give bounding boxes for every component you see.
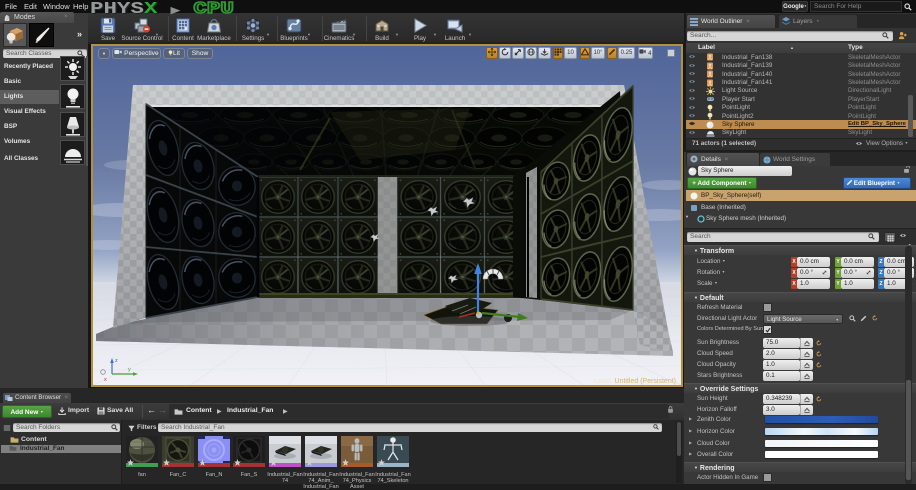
svg-text:x: x	[104, 377, 107, 383]
svg-text:Level: Untitled (Persistent): Level: Untitled (Persistent)	[594, 378, 676, 385]
svg-text:y: y	[128, 367, 131, 373]
svg-text:z: z	[115, 358, 118, 364]
